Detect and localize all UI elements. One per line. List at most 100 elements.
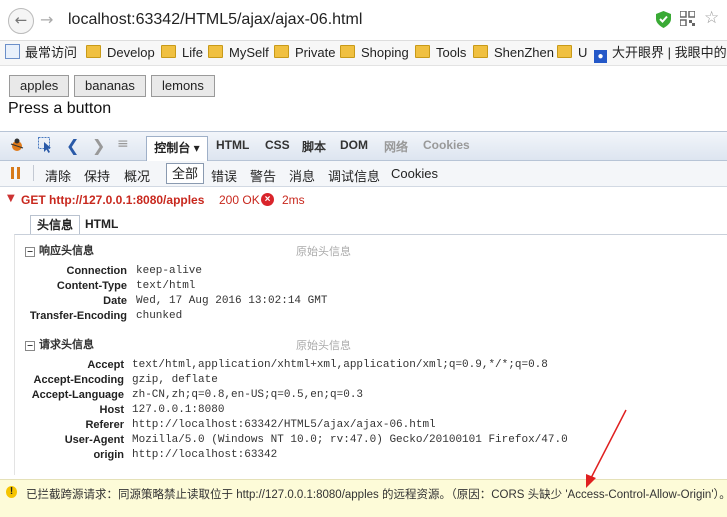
- annotation-arrow-icon: [586, 409, 627, 488]
- folder-icon: [274, 45, 289, 58]
- header-row: Transfer-Encoding chunked: [15, 310, 725, 325]
- qr-code-icon[interactable]: [680, 11, 695, 26]
- header-value: zh-CN,zh;q=0.8,en-US;q=0.5,en;q=0.3: [132, 389, 364, 401]
- header-row: Connection keep-alive: [15, 265, 725, 280]
- request-status: 200 OK: [219, 193, 260, 207]
- bookmark-most-visited[interactable]: 最常访问: [5, 44, 77, 62]
- bookmarks-bar: 最常访问 Develop Life MySelf Private Shoping…: [0, 41, 727, 66]
- chevron-down-icon: ▾: [193, 141, 200, 155]
- paw-icon: ●: [594, 50, 607, 63]
- header-value: chunked: [136, 310, 183, 322]
- request-url: GET http://127.0.0.1:8080/apples: [21, 193, 205, 207]
- forward-button[interactable]: →: [40, 10, 53, 29]
- request-detail-tabs: 头信息 HTML: [0, 212, 727, 235]
- header-value: text/html: [136, 280, 196, 292]
- bookmark-folder-shenzhen[interactable]: ShenZhen: [473, 44, 554, 62]
- warning-message: 已拦截跨源请求：同源策略禁止读取位于 http://127.0.0.1:8080…: [26, 489, 727, 501]
- raw-headers-link[interactable]: 原始头信息: [296, 243, 351, 259]
- tab-network[interactable]: 网络: [384, 138, 408, 155]
- collapse-toggle-icon[interactable]: ▼: [7, 193, 15, 204]
- header-value: 127.0.0.1:8080: [132, 404, 225, 416]
- chevron-right-icon[interactable]: ❯: [92, 136, 105, 155]
- toolbar-divider: [33, 165, 34, 181]
- collapse-box-icon[interactable]: −: [25, 247, 35, 257]
- bookmark-label: Life: [182, 45, 203, 60]
- bookmark-folder-shoping[interactable]: Shoping: [340, 44, 409, 62]
- header-key: Accept-Encoding: [33, 374, 124, 386]
- address-input[interactable]: localhost:63342/HTML5/ajax/ajax-06.html: [68, 11, 362, 29]
- header-key: Content-Type: [56, 280, 127, 292]
- tab-cookies[interactable]: Cookies: [423, 138, 470, 152]
- response-headers-title[interactable]: − 响应头信息: [25, 242, 94, 258]
- warning-icon: !: [6, 486, 17, 498]
- tab-console[interactable]: 控制台 ▾: [146, 136, 208, 161]
- header-row: Accept-Language zh-CN,zh;q=0.8,en-US;q=0.…: [15, 389, 725, 404]
- bookmark-label: ShenZhen: [494, 45, 554, 60]
- tab-headers[interactable]: 头信息: [30, 215, 81, 235]
- bookmark-label: Tools: [436, 45, 467, 60]
- bookmark-folder-tools[interactable]: Tools: [415, 44, 466, 62]
- inspect-cursor-icon[interactable]: [38, 137, 54, 153]
- bananas-button[interactable]: bananas: [74, 75, 146, 97]
- header-key: User-Agent: [64, 434, 124, 446]
- request-time: 2ms: [282, 193, 305, 207]
- filter-info-button[interactable]: 消息: [289, 166, 315, 185]
- bookmark-folder-develop[interactable]: Develop: [86, 44, 155, 62]
- bookmark-folder-private[interactable]: Private: [274, 44, 335, 62]
- filter-all-button[interactable]: 全部: [166, 163, 205, 184]
- tab-dom[interactable]: DOM: [340, 138, 368, 152]
- header-row: Date Wed, 17 Aug 2016 13:02:14 GMT: [15, 295, 725, 310]
- tab-html[interactable]: HTML: [216, 138, 249, 152]
- bookmark-baidu[interactable]: ● 大开眼界 | 我眼中的: [594, 44, 727, 63]
- page-content: apples bananas lemons Press a button: [0, 66, 727, 130]
- tab-label: 控制台: [154, 141, 191, 155]
- folder-icon: [86, 45, 101, 58]
- header-key: Accept-Language: [31, 389, 124, 401]
- bookmark-label: Shoping: [361, 45, 409, 60]
- bookmarks-page-icon: [5, 44, 20, 59]
- clear-button[interactable]: 清除: [45, 166, 71, 185]
- header-value: Mozilla/5.0 (Windows NT 10.0; rv:47.0) G…: [132, 434, 568, 446]
- raw-headers-link[interactable]: 原始头信息: [296, 337, 351, 353]
- header-value: text/html,application/xhtml+xml,applicat…: [132, 359, 548, 371]
- header-value: http://localhost:63342/HTML5/ajax/ajax-0…: [132, 419, 436, 431]
- tab-response-html[interactable]: HTML: [79, 215, 124, 234]
- apples-button[interactable]: apples: [9, 75, 70, 97]
- filter-errors-button[interactable]: 错误: [211, 166, 237, 185]
- header-value: Wed, 17 Aug 2016 13:02:14 GMT: [136, 295, 328, 307]
- bookmark-folder-u[interactable]: U: [557, 44, 587, 62]
- bookmark-star-icon[interactable]: ☆: [704, 8, 719, 28]
- profile-button[interactable]: 概况: [124, 166, 150, 185]
- bookmark-folder-life[interactable]: Life: [161, 44, 203, 62]
- network-request-row[interactable]: ▼ GET http://127.0.0.1:8080/apples 200 O…: [0, 190, 727, 212]
- header-key: Transfer-Encoding: [29, 310, 127, 322]
- shield-icon[interactable]: [656, 11, 671, 28]
- folder-icon: [415, 45, 430, 58]
- tab-css[interactable]: CSS: [265, 138, 290, 152]
- header-key: Host: [99, 404, 124, 416]
- back-button[interactable]: ←: [8, 8, 34, 34]
- filter-cookies-button[interactable]: Cookies: [391, 166, 438, 181]
- tab-script[interactable]: 脚本: [302, 138, 326, 155]
- header-key: origin: [93, 449, 124, 461]
- filter-debug-button[interactable]: 调试信息: [328, 166, 380, 185]
- persist-button[interactable]: 保持: [84, 166, 110, 185]
- firebug-bug-icon[interactable]: [9, 138, 25, 152]
- bookmark-folder-myself[interactable]: MySelf: [208, 44, 269, 62]
- error-icon: ×: [261, 193, 274, 206]
- request-headers-title[interactable]: − 请求头信息: [25, 336, 94, 352]
- header-value: gzip, deflate: [132, 374, 218, 386]
- lemons-button[interactable]: lemons: [151, 75, 215, 97]
- expand-list-icon[interactable]: ≡: [117, 136, 129, 152]
- pause-icon[interactable]: [9, 166, 23, 180]
- folder-icon: [473, 45, 488, 58]
- bookmark-label: 最常访问: [25, 45, 78, 60]
- header-row: Accept text/html,application/xhtml+xml,ap…: [15, 359, 725, 374]
- folder-icon: [208, 45, 223, 58]
- header-key: Date: [103, 295, 127, 307]
- header-row: Content-Type text/html: [15, 280, 725, 295]
- collapse-box-icon[interactable]: −: [25, 341, 35, 351]
- chevron-left-icon[interactable]: ❮: [66, 136, 79, 155]
- bookmark-label: Develop: [107, 45, 155, 60]
- filter-warnings-button[interactable]: 警告: [250, 166, 276, 185]
